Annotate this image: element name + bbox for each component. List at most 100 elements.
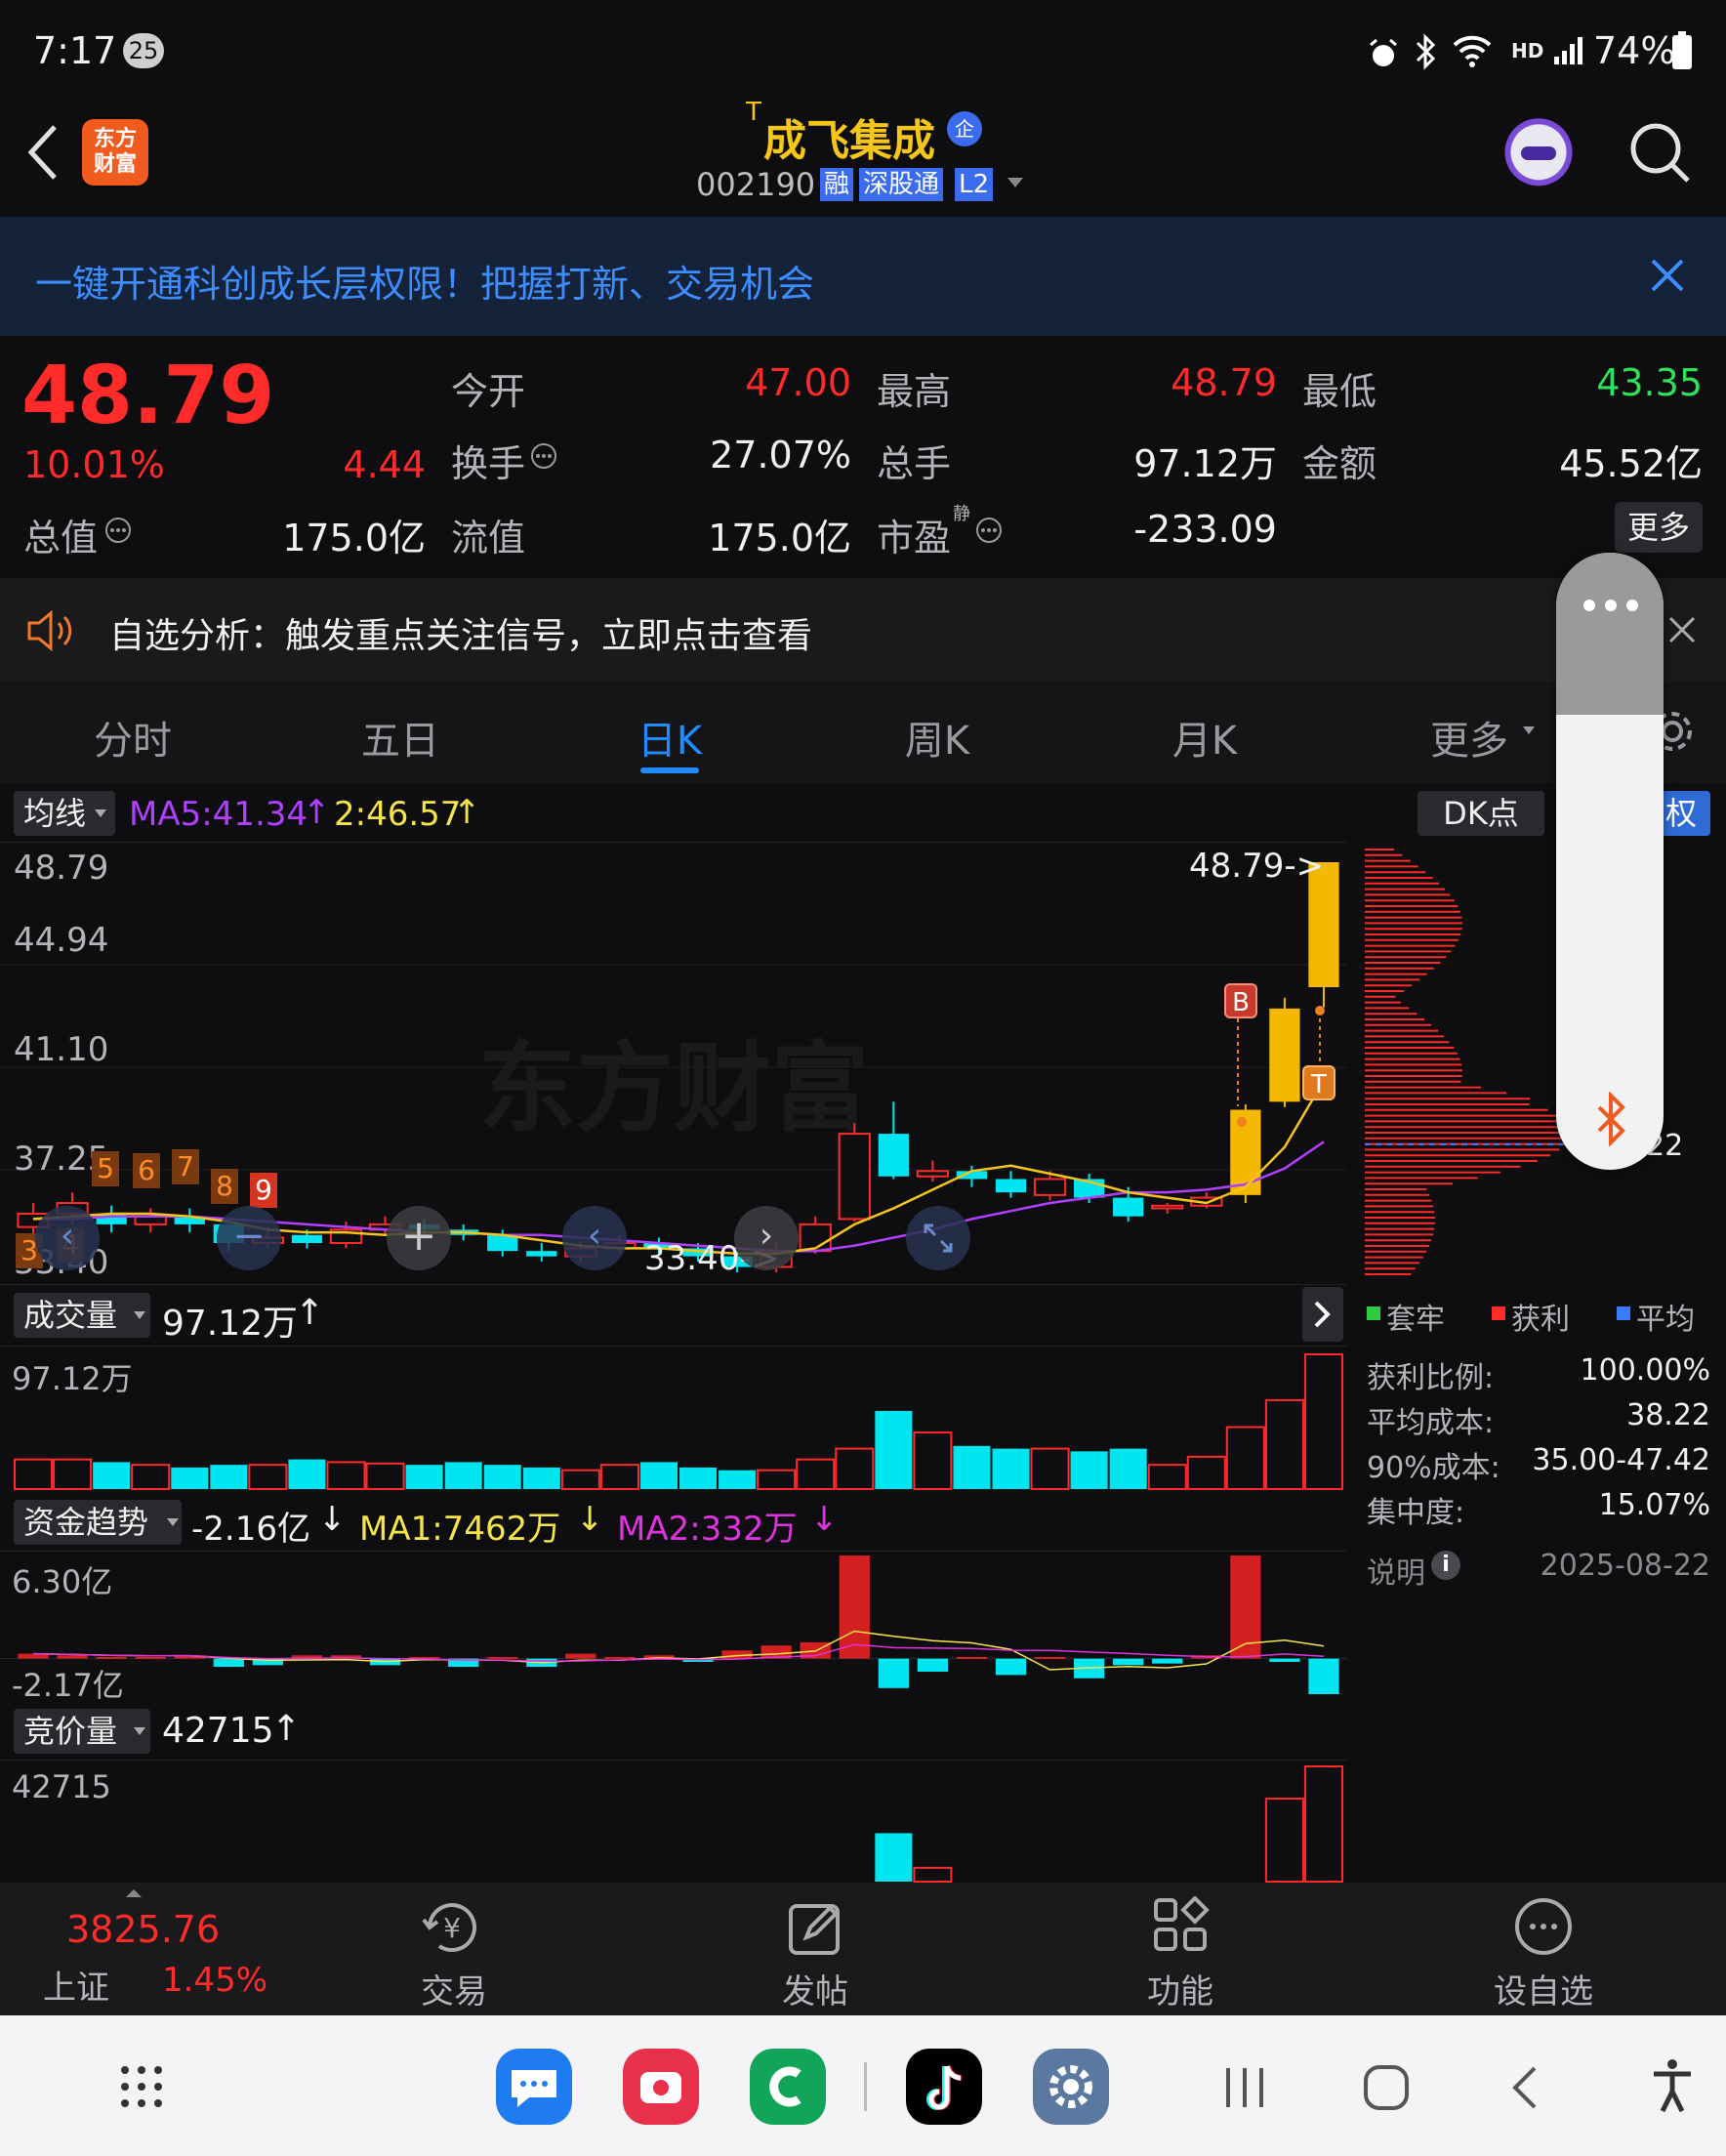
analysis-alert-bar[interactable]: 自选分析：触发重点关注信号，立即点击查看: [0, 578, 1726, 682]
money-flow-svg: [0, 1555, 1347, 1694]
money-flow-selector[interactable]: 资金趋势: [14, 1500, 183, 1545]
robot-eyes: [1521, 146, 1556, 160]
money-flow-bar: [135, 1656, 166, 1659]
chip-stats-panel: 套牢 获利 平均 获利比例: 100.00% 平均成本: 38.22 90%成本…: [1347, 1285, 1726, 1601]
pe-static-sup: 静: [953, 504, 970, 524]
nav-add-watchlist[interactable]: 设自选: [1480, 1883, 1607, 2015]
tab-intraday[interactable]: 分时: [55, 709, 211, 766]
side-panel-handle[interactable]: [1556, 553, 1664, 715]
scroll-next-button[interactable]: ›: [734, 1206, 799, 1270]
change-amount: 4.44: [343, 443, 426, 486]
logo-text-line2: 财富: [93, 152, 137, 177]
volume-bar: [483, 1465, 521, 1489]
chevron-down-icon: [134, 1311, 145, 1319]
chip-explain-link[interactable]: 说明: [1367, 1549, 1425, 1592]
tab-five-day[interactable]: 五日: [322, 709, 478, 766]
auction-selector[interactable]: 竞价量: [14, 1709, 151, 1754]
candle-body: [838, 1133, 871, 1221]
close-icon[interactable]: [1667, 615, 1697, 644]
battery-percent: 74%: [1593, 29, 1676, 72]
legend-swatch-trapped: [1367, 1306, 1380, 1320]
volume-bar: [1225, 1426, 1265, 1490]
td-sequence-number: 5: [92, 1151, 119, 1186]
tab-weekly-k[interactable]: 周K: [859, 709, 1015, 766]
volume-bar: [757, 1469, 797, 1490]
floating-side-panel[interactable]: [1556, 553, 1664, 1170]
index-ticker[interactable]: 3825.76 上证 1.45%: [0, 1883, 293, 2015]
price-axis-label: 48.79: [14, 849, 109, 888]
zoom-in-button[interactable]: +: [387, 1206, 451, 1270]
buy-signal-badge: B: [1224, 983, 1257, 1018]
money-flow-bar: [565, 1653, 596, 1659]
candle-body: [916, 1170, 950, 1178]
home-icon[interactable]: [1363, 2064, 1410, 2111]
active-tab-indicator: [640, 767, 699, 773]
scroll-left-button[interactable]: ‹: [35, 1206, 100, 1270]
promo-banner[interactable]: 一键开通科创成长层权限！把握打新、交易机会: [0, 217, 1726, 336]
back-arrow-icon[interactable]: [25, 123, 61, 182]
high-price-marker: 48.79->: [1189, 847, 1325, 886]
search-icon[interactable]: [1626, 119, 1695, 187]
float-cap-value: 175.0亿: [708, 517, 851, 560]
more-button[interactable]: 更多: [1615, 502, 1703, 553]
dk-point-button[interactable]: DK点: [1418, 791, 1544, 836]
amount-label: 金额: [1302, 442, 1377, 485]
amount-value: 45.52亿: [1559, 442, 1703, 485]
stock-title-group[interactable]: T 成飞集成 企 002190 融 深股通 L2: [625, 98, 1113, 217]
battery-icon: [1672, 31, 1692, 69]
volume-bar: [953, 1445, 991, 1489]
volume-bar: [93, 1462, 131, 1489]
nav-trade[interactable]: ¥ 交易: [390, 1883, 517, 2015]
market-cap-label: 总值: [23, 517, 99, 560]
more-circle-icon: [1515, 1898, 1572, 1955]
volume-value: 97.12万: [1133, 442, 1277, 485]
zoom-out-button[interactable]: −: [217, 1206, 281, 1270]
td-sequence-number: 9: [250, 1173, 277, 1208]
index-change: 1.45%: [162, 1961, 268, 2000]
volume-bar: [599, 1464, 639, 1491]
info-icon[interactable]: i: [1431, 1551, 1460, 1580]
signal-icon: [1554, 37, 1582, 64]
settings-app-icon[interactable]: [1033, 2049, 1109, 2125]
kline-svg: [0, 862, 1347, 1272]
tiktok-app-icon[interactable]: [906, 2049, 982, 2125]
volume-svg: [14, 1353, 1343, 1491]
robot-assistant-avatar[interactable]: [1498, 115, 1580, 197]
expand-panel-button[interactable]: [1302, 1287, 1343, 1342]
tab-more[interactable]: 更多: [1406, 709, 1533, 766]
camera-app-icon[interactable]: [623, 2049, 699, 2125]
ma10-readout: 2:46.57: [334, 795, 462, 834]
back-icon[interactable]: [1509, 2064, 1539, 2111]
volume-bar: [796, 1458, 836, 1490]
bluetooth-icon[interactable]: [1591, 1092, 1630, 1146]
kline-chart-area[interactable]: 东方财富 48.79 44.94 41.10 37.25 33.40 48.79…: [0, 842, 1347, 1285]
volume-selector[interactable]: 成交量: [14, 1293, 151, 1338]
stock-t-marker: T: [746, 98, 761, 127]
volume-bar: [248, 1464, 288, 1491]
money-flow-bar: [1113, 1658, 1144, 1666]
green-app-icon[interactable]: [750, 2049, 826, 2125]
volume-bar: [171, 1467, 209, 1489]
scroll-prev-button[interactable]: ‹: [562, 1206, 627, 1270]
tab-daily-k[interactable]: 日K: [592, 709, 748, 766]
recent-apps-icon[interactable]: [1222, 2066, 1267, 2109]
fullscreen-button[interactable]: [906, 1206, 970, 1270]
money-flow-bar: [1308, 1658, 1339, 1694]
volume-bar: [719, 1470, 757, 1489]
more-dots-icon[interactable]: [1582, 598, 1640, 613]
nav-functions[interactable]: 功能: [1117, 1883, 1244, 2015]
app-drawer-icon[interactable]: [119, 2064, 164, 2109]
nav-post[interactable]: 发帖: [752, 1883, 879, 2015]
volume-bar: [210, 1465, 248, 1489]
tab-monthly-k[interactable]: 月K: [1127, 709, 1283, 766]
connect-tag: 深股通: [859, 168, 944, 201]
legend-trapped: 套牢: [1386, 1303, 1445, 1337]
close-icon[interactable]: [1650, 258, 1685, 293]
volume-bar: [875, 1410, 913, 1489]
chip-stat-label: 获利比例:: [1367, 1361, 1495, 1395]
t-signal-badge: T: [1302, 1065, 1336, 1100]
messages-app-icon[interactable]: [496, 2049, 572, 2125]
chip-distribution-panel: 22: [1347, 842, 1726, 1285]
info-dots-icon: [531, 443, 556, 469]
accessibility-icon[interactable]: [1650, 2058, 1695, 2113]
